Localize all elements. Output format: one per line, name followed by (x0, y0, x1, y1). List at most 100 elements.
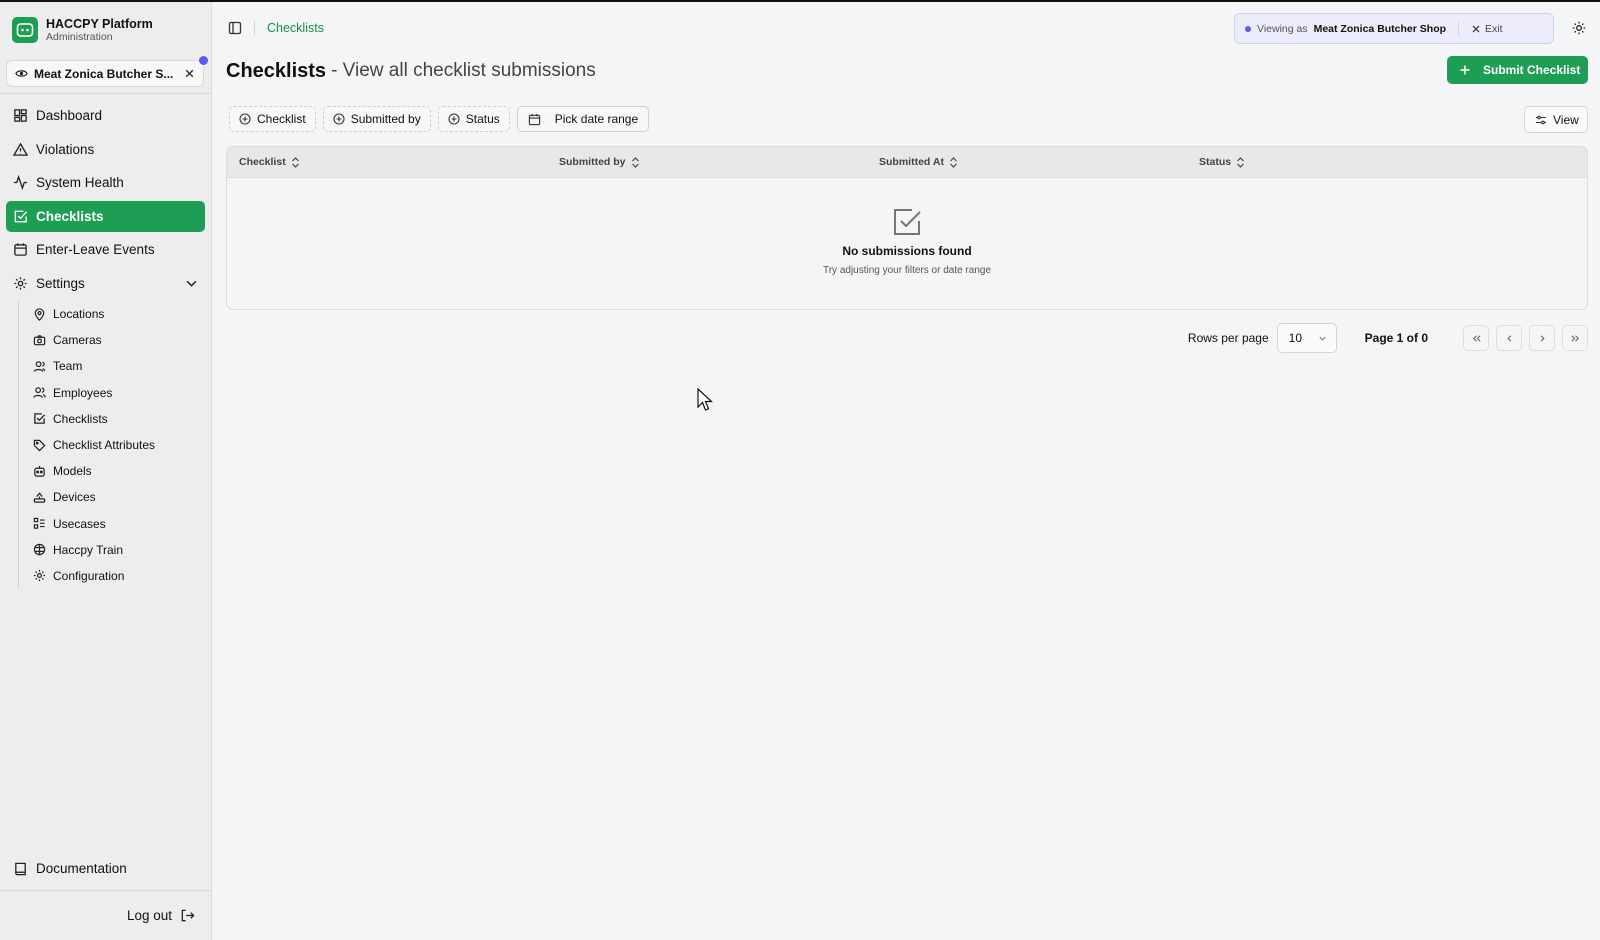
sidebar-item-label: Cameras (53, 333, 102, 348)
haccpy-logo-icon (12, 17, 38, 43)
submit-checklist-label: Submit Checklist (1483, 63, 1581, 77)
check-square-icon (13, 209, 28, 224)
logout-icon (180, 908, 195, 923)
check-square-icon (33, 412, 46, 425)
nav-item-settings[interactable]: Settings (6, 268, 205, 299)
next-page-button[interactable] (1529, 325, 1555, 351)
sidebar-item-haccpy-train[interactable]: Haccpy Train (27, 537, 205, 563)
nav-item-label: Documentation (36, 861, 127, 876)
sidebar-item-label: Usecases (53, 516, 106, 531)
filter-submitted-by-button[interactable]: Submitted by (322, 106, 431, 132)
column-header-submitted-by[interactable]: Submitted by (547, 156, 867, 168)
filter-label: Pick date range (554, 112, 639, 126)
sidebar-item-checklists[interactable]: Checklists (27, 406, 205, 432)
sidebar-item-locations[interactable]: Locations (27, 301, 205, 327)
filter-status-button[interactable]: Status (437, 106, 510, 132)
prev-page-button[interactable] (1496, 325, 1522, 351)
sidebar-item-configuration[interactable]: Configuration (27, 563, 205, 589)
nav-item-enter-leave-events[interactable]: Enter-Leave Events (6, 234, 205, 265)
pulse-icon (13, 175, 28, 190)
viewing-as-banner: Viewing as Meat Zonica Butcher Shop Exit (1234, 13, 1554, 44)
calendar-icon (13, 242, 28, 257)
table-header: Checklist Submitted by Submitted At Stat… (227, 147, 1587, 178)
dashboard-icon (13, 108, 28, 123)
users-icon (33, 386, 46, 399)
page-header: Checklists - View all checklist submissi… (226, 56, 1588, 86)
first-page-button[interactable] (1463, 325, 1489, 351)
org-switcher[interactable]: Meat Zonica Butcher S... (6, 56, 208, 87)
sort-icon (291, 156, 300, 168)
nav-item-label: Enter-Leave Events (36, 242, 155, 257)
device-icon (33, 491, 46, 504)
camera-icon (33, 334, 46, 347)
sidebar-item-cameras[interactable]: Cameras (27, 327, 205, 353)
sidebar-item-label: Employees (53, 385, 113, 400)
brand[interactable]: HACCPY Platform Administration (0, 2, 211, 46)
exit-view-button[interactable]: Exit (1471, 23, 1503, 35)
sidebar-item-usecases[interactable]: Usecases (27, 511, 205, 537)
column-label: Checklist (239, 156, 286, 168)
empty-state-title: No submissions found (842, 244, 972, 258)
bot-icon (33, 465, 46, 478)
pagination: Rows per page 10 Page 1 of 0 (1188, 322, 1588, 354)
sidebar-item-label: Haccpy Train (53, 542, 124, 557)
logout-label: Log out (126, 908, 172, 923)
sidebar-item-models[interactable]: Models (27, 458, 205, 484)
nav-item-violations[interactable]: Violations (6, 134, 205, 165)
main-nav: Dashboard Violations System Health Check… (0, 94, 211, 590)
plus-circle-icon (333, 113, 345, 125)
rows-per-page-select[interactable]: 10 (1276, 323, 1337, 353)
close-icon[interactable] (184, 68, 195, 79)
view-options-button[interactable]: View (1524, 106, 1588, 133)
notification-dot (199, 56, 208, 65)
sidebar-item-label: Configuration (53, 568, 125, 583)
chevron-down-icon[interactable] (185, 277, 198, 290)
plus-circle-icon (448, 113, 460, 125)
eye-icon (15, 67, 28, 80)
viewing-org-name: Meat Zonica Butcher Shop (1313, 22, 1447, 35)
breadcrumb-divider (254, 21, 255, 35)
column-header-checklist[interactable]: Checklist (227, 156, 547, 168)
submit-checklist-button[interactable]: Submit Checklist (1447, 56, 1588, 84)
tag-icon (33, 439, 46, 452)
nav-item-checklists[interactable]: Checklists (6, 200, 205, 232)
filter-checklist-button[interactable]: Checklist (229, 106, 316, 132)
breadcrumb[interactable]: Checklists (267, 21, 324, 35)
nav-item-dashboard[interactable]: Dashboard (6, 100, 205, 131)
column-label: Submitted At (879, 156, 944, 168)
rows-per-page-label: Rows per page (1187, 331, 1269, 345)
viewing-divider (1458, 21, 1460, 36)
sidebar-item-label: Devices (53, 490, 96, 505)
calendar-icon (528, 113, 541, 126)
nav-item-documentation[interactable]: Documentation (0, 853, 211, 884)
chevron-left-icon (1504, 333, 1515, 344)
sidebar-item-devices[interactable]: Devices (27, 484, 205, 510)
theme-toggle-sun-icon[interactable] (1572, 21, 1586, 35)
nav-item-system-health[interactable]: System Health (6, 167, 205, 198)
date-range-button[interactable]: Pick date range (516, 106, 650, 132)
check-square-icon (227, 206, 1587, 238)
last-page-button[interactable] (1562, 325, 1588, 351)
logout-button[interactable]: Log out (0, 890, 211, 940)
sidebar-toggle-icon[interactable] (228, 21, 242, 35)
column-label: Status (1199, 156, 1232, 168)
page-title: Checklists (226, 59, 327, 82)
sidebar-item-label: Checklists (53, 411, 108, 426)
brand-subtitle: Administration (46, 30, 113, 43)
column-header-submitted-at[interactable]: Submitted At (867, 156, 1187, 168)
sidebar-item-team[interactable]: Team (27, 353, 205, 379)
column-header-status[interactable]: Status (1187, 156, 1507, 168)
sidebar-item-checklist-attributes[interactable]: Checklist Attributes (27, 432, 205, 458)
gear-icon (13, 276, 28, 291)
nav-item-label: Checklists (36, 208, 104, 224)
sidebar-item-employees[interactable]: Employees (27, 380, 205, 406)
column-label: Submitted by (559, 156, 626, 168)
book-icon (13, 861, 28, 876)
settings-subnav: Locations Cameras Team Employees Checkli… (18, 301, 205, 590)
user-icon (33, 360, 46, 373)
sidebar-item-label: Checklist Attributes (53, 438, 156, 453)
filter-label: Checklist (257, 112, 306, 126)
brain-icon (33, 543, 46, 556)
viewing-prefix: Viewing as (1257, 22, 1308, 35)
sidebar: HACCPY Platform Administration Meat Zoni… (0, 2, 212, 940)
